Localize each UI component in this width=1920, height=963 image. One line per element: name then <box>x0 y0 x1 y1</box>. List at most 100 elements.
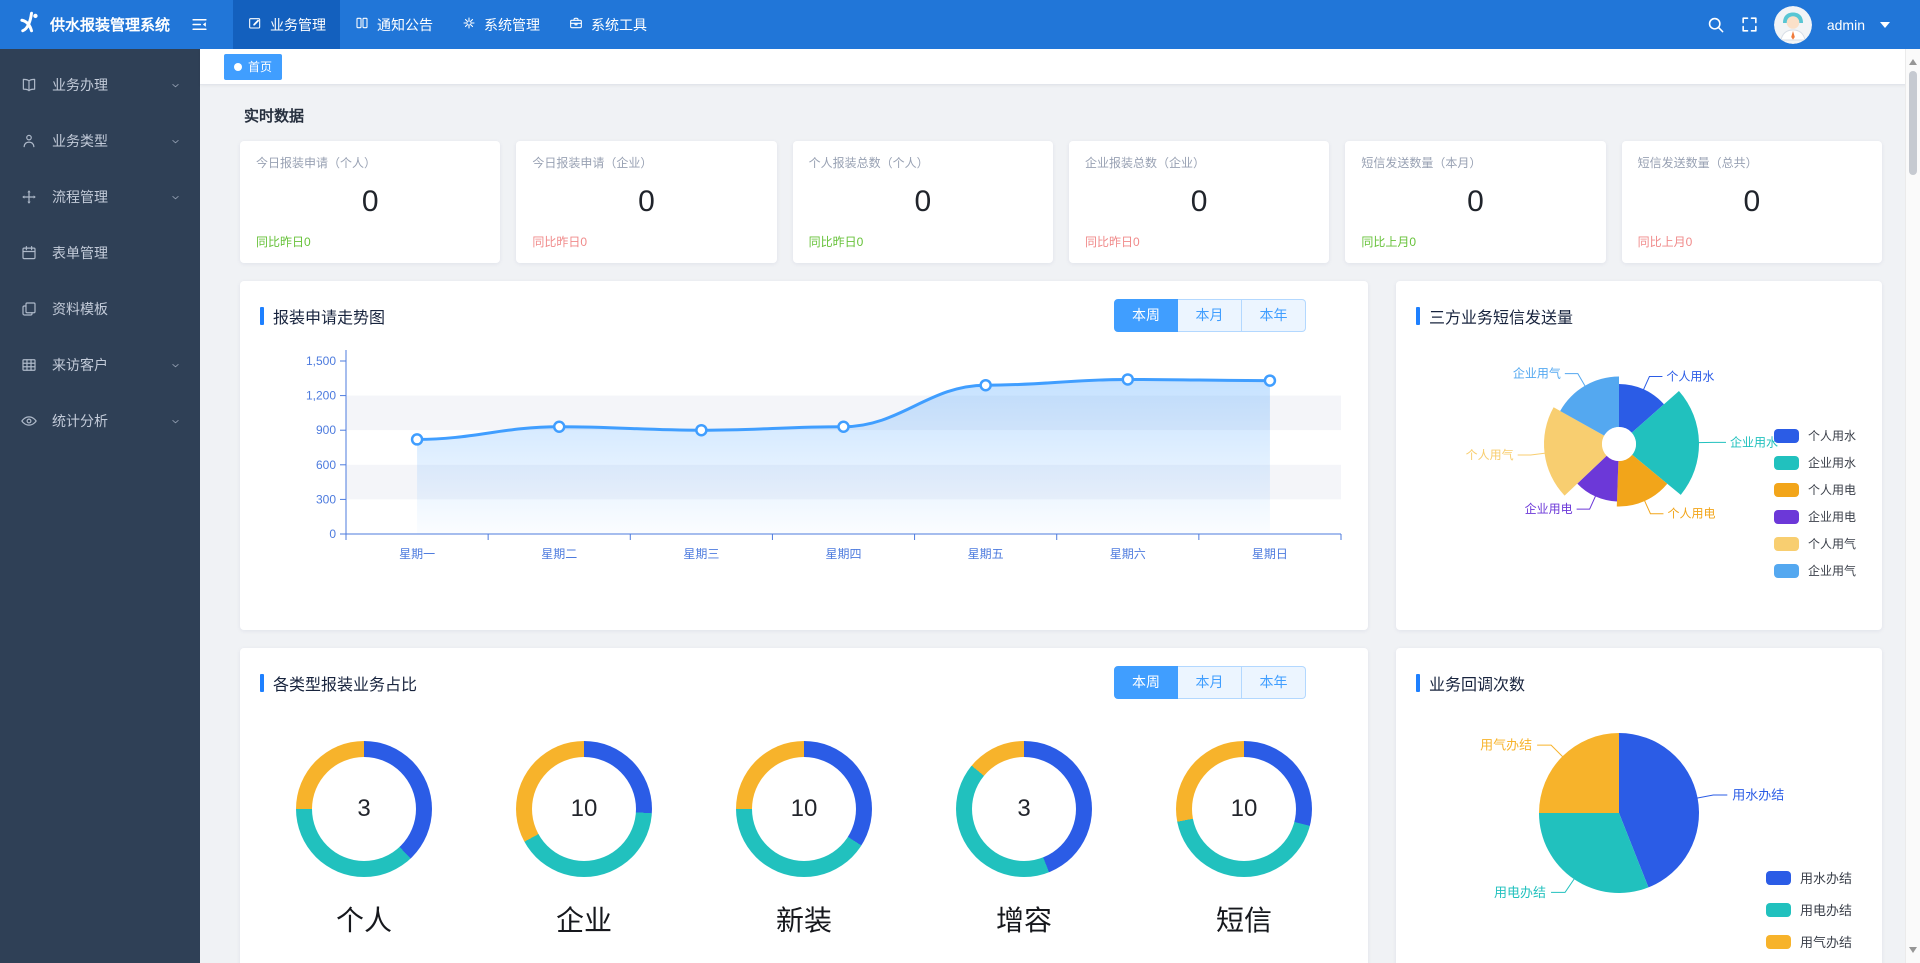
sidebar-item-visiting-customers[interactable]: 来访客户 <box>0 337 200 393</box>
svg-text:星期四: 星期四 <box>825 547 861 561</box>
legend-item[interactable]: 企业用气 <box>1774 562 1856 579</box>
ratio-donut-ring: 3 <box>296 741 432 877</box>
svg-text:企业用电: 企业用电 <box>1525 501 1573 516</box>
svg-text:星期一: 星期一 <box>399 547 435 561</box>
toggle-week[interactable]: 本周 <box>1114 299 1178 332</box>
toggle-month[interactable]: 本月 <box>1178 666 1242 699</box>
app-root: 供水报装管理系统 业务管理通知公告系统管理 系统工具 <box>0 0 1920 963</box>
tab-home-label: 首页 <box>248 58 272 75</box>
sidebar-item-label: 流程管理 <box>52 187 169 207</box>
stat-card-value: 0 <box>1361 171 1589 233</box>
legend-item[interactable]: 个人用气 <box>1774 535 1856 552</box>
legend-item[interactable]: 用水办结 <box>1766 868 1852 887</box>
legend-chip <box>1774 564 1799 578</box>
stat-card-value: 0 <box>809 171 1037 233</box>
ratio-donut-group: 3个人 <box>296 741 432 939</box>
book-open-icon <box>20 76 40 94</box>
ratio-donut-ring: 10 <box>736 741 872 877</box>
sidebar-item-label: 业务类型 <box>52 131 169 151</box>
panel-ratio-head: 各类型报装业务占比 本周本月本年 <box>240 648 1368 699</box>
stat-card-footer: 同比昨日0 <box>809 233 1037 250</box>
scrollbar[interactable] <box>1905 49 1920 963</box>
nav-tab-business-mgmt[interactable]: 业务管理 <box>233 0 340 49</box>
sidebar-item-form-management[interactable]: 表单管理 <box>0 225 200 281</box>
trend-line-chart: 03006009001,2001,500星期一星期二星期三星期四星期五星期六星期… <box>260 340 1348 590</box>
callback-legend: 用水办结用电办结用气办结 <box>1766 868 1852 951</box>
nav-tab-label: 系统工具 <box>591 15 647 35</box>
sms-legend: 个人用水企业用水个人用电企业用电个人用气企业用气 <box>1774 427 1856 579</box>
ratio-donut-group: 3 增容 <box>956 741 1092 939</box>
ratio-donut-label: 增容 <box>996 899 1052 939</box>
chevron-down-icon <box>169 135 182 148</box>
copy-icon <box>20 300 40 318</box>
toggle-year[interactable]: 本年 <box>1242 666 1306 699</box>
ratio-donut-value: 10 <box>532 757 636 861</box>
nav-tab-system-mgmt[interactable]: 系统管理 <box>447 0 554 49</box>
scroll-up-arrow[interactable] <box>1909 55 1917 65</box>
legend-label: 用电办结 <box>1800 900 1852 919</box>
scroll-down-arrow[interactable] <box>1909 947 1917 957</box>
legend-chip <box>1766 903 1791 917</box>
avatar[interactable] <box>1774 6 1812 44</box>
panel-sms: 三方业务短信发送量 个人用水企业用水个人用电企业用电个人用气企业用气 个人用水企… <box>1396 281 1882 630</box>
svg-text:星期日: 星期日 <box>1252 547 1288 561</box>
svg-text:个人用水: 个人用水 <box>1666 370 1714 384</box>
ratio-range-toggle: 本周本月本年 <box>1114 666 1306 699</box>
toggle-week[interactable]: 本周 <box>1114 666 1178 699</box>
svg-text:用气办结: 用气办结 <box>1480 738 1532 753</box>
legend-item[interactable]: 企业用电 <box>1774 508 1856 525</box>
svg-text:300: 300 <box>316 492 336 506</box>
legend-item[interactable]: 企业用水 <box>1774 454 1856 471</box>
caret-down-icon[interactable] <box>1880 22 1890 33</box>
ratio-donut-ring: 3 <box>956 741 1092 877</box>
ratio-donut-value: 10 <box>752 757 856 861</box>
chevron-down-icon <box>169 359 182 372</box>
grid-icon <box>20 356 40 374</box>
sidebar-fold-icon[interactable] <box>184 9 215 40</box>
navbar-right: admin <box>1706 6 1920 44</box>
sidebar-item-label: 资料模板 <box>52 299 182 319</box>
legend-label: 个人用水 <box>1808 427 1856 444</box>
ratio-donut-ring: 10 <box>516 741 652 877</box>
tab-home[interactable]: 首页 <box>224 54 282 80</box>
legend-chip <box>1774 429 1799 443</box>
chevron-down-icon <box>169 79 182 92</box>
ratio-donut-group: 10 企业 <box>516 741 652 939</box>
svg-text:900: 900 <box>316 423 336 437</box>
nav-tab-notice[interactable]: 通知公告 <box>340 0 447 49</box>
panel-trend: 报装申请走势图 本周本月本年 03006009001,2001,500星期一星期… <box>240 281 1368 630</box>
scrollbar-thumb[interactable] <box>1909 71 1917 175</box>
svg-text:用水办结: 用水办结 <box>1732 788 1784 803</box>
ratio-donut-ring: 10 <box>1176 741 1312 877</box>
toggle-month[interactable]: 本月 <box>1178 299 1242 332</box>
legend-chip <box>1766 935 1791 949</box>
stat-card: 短信发送数量（本月）0同比上月0 <box>1345 141 1605 263</box>
legend-item[interactable]: 用气办结 <box>1766 932 1852 951</box>
nav-tab-system-tools[interactable]: 系统工具 <box>554 0 661 49</box>
search-icon[interactable] <box>1706 15 1725 34</box>
legend-chip <box>1774 537 1799 551</box>
legend-item[interactable]: 个人用电 <box>1774 481 1856 498</box>
ratio-donut-value: 3 <box>312 757 416 861</box>
username[interactable]: admin <box>1827 17 1865 33</box>
ratio-donut-value: 10 <box>1192 757 1296 861</box>
ratio-donut-label: 短信 <box>1216 899 1272 939</box>
app-title: 供水报装管理系统 <box>50 14 170 35</box>
ratio-donut-group: 10 短信 <box>1176 741 1312 939</box>
fullscreen-icon[interactable] <box>1740 15 1759 34</box>
sidebar-item-data-template[interactable]: 资料模板 <box>0 281 200 337</box>
toggle-year[interactable]: 本年 <box>1242 299 1306 332</box>
tabbar: 首页 <box>200 49 1920 85</box>
legend-item[interactable]: 用电办结 <box>1766 900 1852 919</box>
legend-item[interactable]: 个人用水 <box>1774 427 1856 444</box>
sidebar-item-statistics-analysis[interactable]: 统计分析 <box>0 393 200 449</box>
ratio-donut-label: 企业 <box>556 899 612 939</box>
svg-text:1,200: 1,200 <box>306 389 336 403</box>
sidebar-item-business-handling[interactable]: 业务办理 <box>0 57 200 113</box>
legend-label: 企业用电 <box>1808 508 1856 525</box>
svg-text:星期二: 星期二 <box>541 547 577 561</box>
stat-card-footer: 同比昨日0 <box>256 233 484 250</box>
svg-text:星期五: 星期五 <box>968 547 1004 561</box>
sidebar-item-business-type[interactable]: 业务类型 <box>0 113 200 169</box>
sidebar-item-process-management[interactable]: 流程管理 <box>0 169 200 225</box>
